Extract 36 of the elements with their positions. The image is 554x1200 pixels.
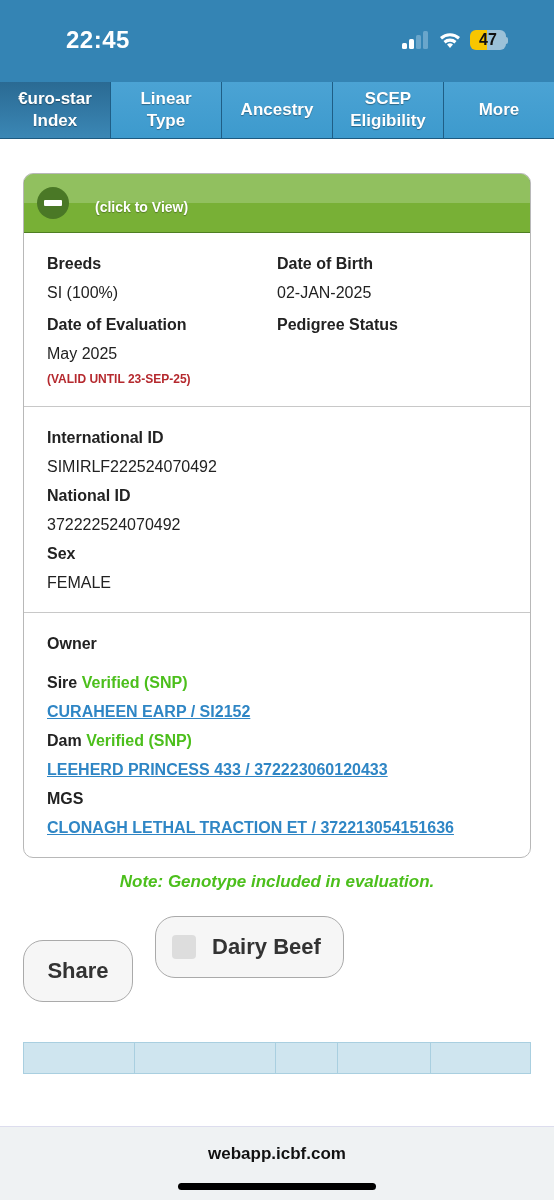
pedigree-link[interactable]: CLONAGH LETHAL TRACTION ET / 372213054151636 [47, 819, 454, 836]
dairy-beef-toggle[interactable]: Dairy Beef [155, 916, 344, 978]
field-label: Date of Birth [277, 255, 374, 273]
field-label: Breeds [47, 255, 103, 273]
field-value: May 2025 [47, 345, 119, 363]
field-label: Sex [47, 545, 77, 563]
signal-icon [402, 31, 430, 49]
field-value: SIMIRLF222524070492 [47, 458, 218, 476]
url-text[interactable]: webapp.icbf.com [208, 1144, 346, 1164]
nav-tab[interactable]: Linear Type [111, 82, 222, 138]
owner-label: Owner [47, 635, 98, 653]
wifi-icon [438, 31, 462, 49]
header-text: (click to View) [95, 199, 189, 215]
field-value: SI (100%) [47, 284, 120, 302]
nav-tab[interactable]: Ancestry [222, 82, 333, 138]
nav-tab[interactable]: €uro-star Index [0, 82, 111, 138]
parent-label: Dam Verified (SNP) [47, 732, 193, 750]
validity-note: (VALID UNTIL 23-SEP-25) [47, 372, 192, 386]
pedigree-link[interactable]: CURAHEEN EARP / SI2152 [47, 703, 251, 720]
status-time: 22:45 [66, 26, 131, 54]
checkbox[interactable] [172, 935, 196, 959]
field-label: National ID [47, 487, 132, 505]
field-value: 02-JAN-2025 [277, 284, 373, 302]
field-label: International ID [47, 429, 165, 447]
pedigree-link[interactable]: LEEHERD PRINCESS 433 / 372223060120433 [47, 761, 388, 778]
field-value: FEMALE [47, 574, 112, 592]
parent-label: Sire Verified (SNP) [47, 674, 189, 692]
nav-tab[interactable]: SCEP Eligibility [333, 82, 444, 138]
collapse-icon[interactable] [37, 187, 69, 219]
share-button[interactable]: Share [23, 940, 133, 1002]
parent-label: MGS [47, 790, 85, 808]
field-label: Pedigree Status [277, 316, 399, 334]
field-value: 372222524070492 [47, 516, 182, 534]
panel-header[interactable]: (click to View) [24, 174, 530, 233]
field-label: Date of Evaluation [47, 316, 188, 334]
note-text: Note: Genotype included in evaluation. [118, 872, 436, 892]
